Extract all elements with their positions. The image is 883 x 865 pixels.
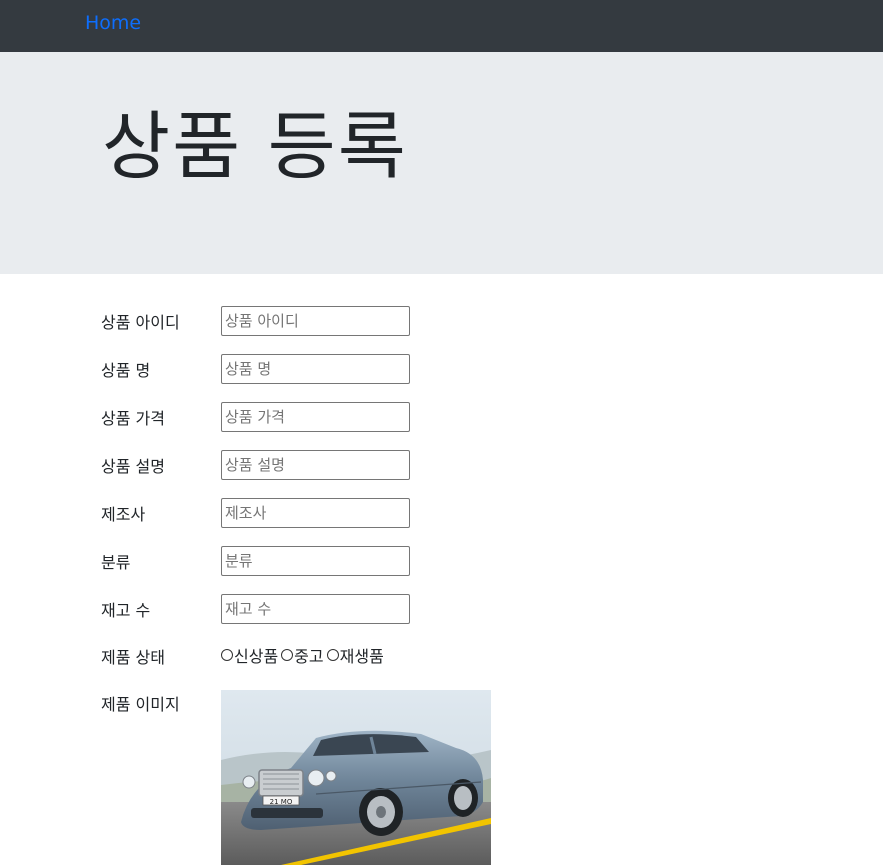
product-id-label: 상품 아이디 bbox=[101, 313, 180, 332]
condition-radio-used[interactable]: 중고 bbox=[281, 643, 324, 667]
category-input[interactable] bbox=[221, 546, 410, 576]
condition-option-used-label: 중고 bbox=[294, 647, 324, 666]
condition-radio-new[interactable]: 신상품 bbox=[221, 643, 278, 667]
radio-circle-icon[interactable] bbox=[326, 649, 339, 661]
product-image: 21 MO bbox=[221, 690, 491, 865]
manufacturer-label: 제조사 bbox=[101, 505, 146, 524]
product-name-label: 상품 명 bbox=[101, 361, 151, 380]
product-id-input[interactable] bbox=[221, 306, 410, 336]
stock-input[interactable] bbox=[221, 594, 410, 624]
form-row-product-description: 상품 설명 bbox=[0, 450, 883, 482]
product-price-input[interactable] bbox=[221, 402, 410, 432]
page-title: 상품 등록 bbox=[102, 104, 408, 190]
manufacturer-input[interactable] bbox=[221, 498, 410, 528]
form-row-manufacturer: 제조사 bbox=[0, 498, 883, 530]
product-price-label: 상품 가격 bbox=[101, 409, 165, 428]
stock-label: 재고 수 bbox=[101, 601, 151, 620]
form-row-product-name: 상품 명 bbox=[0, 354, 883, 386]
radio-circle-icon[interactable] bbox=[281, 649, 294, 661]
radio-circle-icon[interactable] bbox=[221, 649, 233, 661]
product-description-input[interactable] bbox=[221, 450, 410, 480]
form-row-product-id: 상품 아이디 bbox=[0, 306, 883, 338]
jumbotron: 상품 등록 bbox=[0, 52, 883, 274]
condition-option-refurbished-label: 재생품 bbox=[339, 647, 384, 666]
product-description-label: 상품 설명 bbox=[101, 457, 165, 476]
navbar: Home bbox=[0, 0, 883, 52]
form-row-product-price: 상품 가격 bbox=[0, 402, 883, 434]
car-photo-icon: 21 MO bbox=[221, 690, 491, 865]
image-label: 제품 이미지 bbox=[101, 695, 180, 714]
category-label: 분류 bbox=[101, 553, 131, 572]
condition-label: 제품 상태 bbox=[101, 648, 165, 667]
form-row-category: 분류 bbox=[0, 546, 883, 578]
form-row-condition: 제품 상태 신상품 중고 재생품 bbox=[0, 644, 883, 676]
nav-home-link[interactable]: Home bbox=[85, 12, 141, 34]
condition-option-new-label: 신상품 bbox=[234, 647, 279, 666]
condition-radio-refurbished[interactable]: 재생품 bbox=[326, 643, 384, 667]
license-plate-text: 21 MO bbox=[270, 798, 293, 806]
condition-radio-group: 신상품 중고 재생품 bbox=[221, 643, 387, 667]
form-row-stock: 재고 수 bbox=[0, 594, 883, 626]
product-name-input[interactable] bbox=[221, 354, 410, 384]
